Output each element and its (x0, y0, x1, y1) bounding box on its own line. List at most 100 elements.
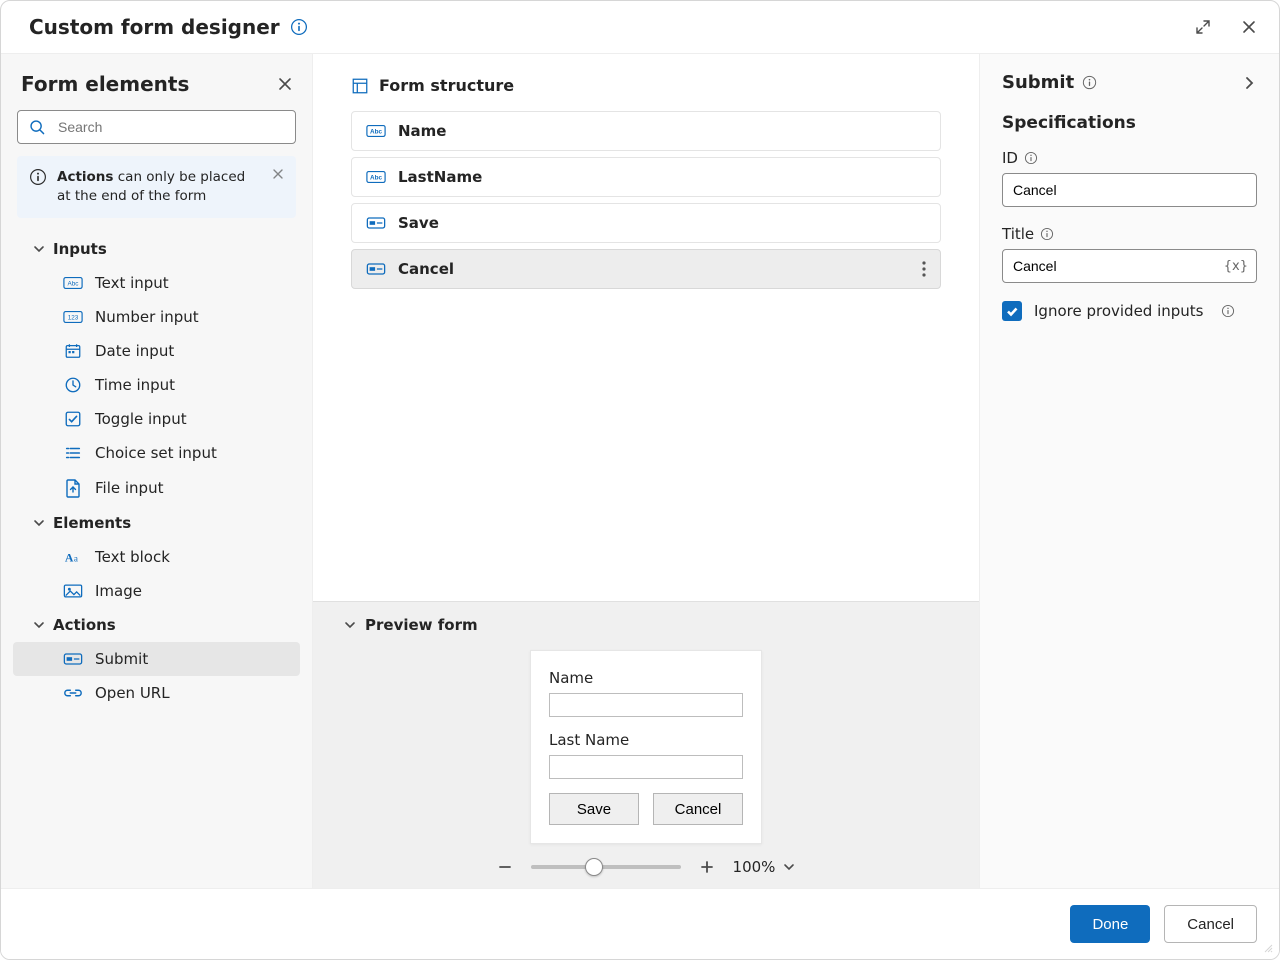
preview-title: Preview form (365, 616, 478, 634)
element-choice-set-input[interactable]: Choice set input (13, 436, 300, 470)
maximize-icon[interactable] (1195, 19, 1211, 35)
abc-icon: Abc (366, 123, 386, 139)
id-label: ID (1002, 149, 1018, 167)
link-icon (63, 686, 83, 700)
structure-row-name[interactable]: Abc Name (351, 111, 941, 151)
search-icon (28, 118, 46, 136)
structure-row-label: LastName (398, 168, 482, 186)
tree-item-label: Text block (95, 548, 170, 566)
structure-title: Form structure (379, 76, 514, 95)
element-text-input[interactable]: Abc Text input (13, 266, 300, 300)
submit-icon (63, 652, 83, 666)
element-open-url[interactable]: Open URL (13, 676, 300, 710)
title-info-icon[interactable] (290, 18, 308, 36)
tree-item-label: Number input (95, 308, 199, 326)
element-tree: Inputs Abc Text input 123 Number input Date i… (13, 232, 300, 710)
element-toggle-input[interactable]: Toggle input (13, 402, 300, 436)
structure-row-cancel[interactable]: Cancel (351, 249, 941, 289)
chevron-down-icon (33, 517, 45, 529)
img-icon (63, 583, 83, 599)
chevron-down-icon (33, 243, 45, 255)
title-variable-icon[interactable]: {x} (1224, 259, 1248, 274)
tree-group-inputs[interactable]: Inputs (13, 232, 300, 266)
tree-item-label: Text input (95, 274, 169, 292)
svg-text:A: A (65, 550, 74, 564)
structure-row-label: Cancel (398, 260, 454, 278)
ignore-inputs-label: Ignore provided inputs (1034, 302, 1203, 320)
tree-item-label: Open URL (95, 684, 170, 702)
chevron-down-icon (33, 619, 45, 631)
search-field[interactable] (56, 118, 285, 136)
zoom-dropdown-icon[interactable] (783, 861, 795, 873)
submit-icon (366, 216, 386, 230)
form-elements-panel: Form elements Actions can only be placed… (1, 54, 313, 888)
element-file-input[interactable]: File input (13, 470, 300, 506)
element-number-input[interactable]: 123 Number input (13, 300, 300, 334)
tree-item-label: Toggle input (95, 410, 187, 428)
abc-icon: Abc (63, 275, 83, 291)
choice-icon (63, 444, 83, 462)
preview-cancel-button[interactable]: Cancel (653, 793, 743, 825)
done-button[interactable]: Done (1070, 905, 1150, 943)
submit-icon (366, 262, 386, 276)
preview-save-button[interactable]: Save (549, 793, 639, 825)
center-panel: Form structure Abc Name AbcLastName Save Can… (313, 54, 979, 888)
zoom-slider[interactable] (531, 865, 681, 869)
element-time-input[interactable]: Time input (13, 368, 300, 402)
preview-field-label: Last Name (549, 731, 743, 749)
id-field[interactable] (1011, 181, 1248, 199)
title-field[interactable] (1011, 257, 1224, 275)
properties-title: Submit (1002, 72, 1074, 93)
tree-item-label: Choice set input (95, 444, 217, 462)
zoom-out-icon[interactable] (497, 859, 513, 875)
id-info-icon[interactable] (1024, 151, 1038, 165)
dialog-titlebar: Custom form designer (1, 1, 1279, 54)
search-input[interactable] (17, 110, 296, 144)
title-input[interactable]: {x} (1002, 249, 1257, 283)
resize-grip-icon[interactable] (1261, 941, 1273, 953)
structure-row-lastname[interactable]: AbcLastName (351, 157, 941, 197)
tree-item-label: File input (95, 479, 163, 497)
element-submit[interactable]: Submit (13, 642, 300, 676)
cal-icon (63, 342, 83, 360)
info-banner: Actions can only be placed at the end of… (17, 156, 296, 218)
zoom-slider-thumb[interactable] (585, 858, 603, 876)
toggle-icon (63, 410, 83, 428)
element-text-block[interactable]: AaText block (13, 540, 300, 574)
cancel-button[interactable]: Cancel (1164, 905, 1257, 943)
chevron-down-icon[interactable] (343, 618, 357, 632)
svg-text:Abc: Abc (68, 281, 80, 288)
svg-text:123: 123 (68, 315, 79, 322)
info-banner-text: Actions can only be placed at the end of… (57, 168, 262, 206)
properties-panel: Submit Specifications ID (979, 54, 1279, 888)
tree-group-elements[interactable]: Elements (13, 506, 300, 540)
specifications-title: Specifications (1002, 113, 1257, 133)
element-image[interactable]: Image (13, 574, 300, 608)
preview-card: Name Last Name SaveCancel (530, 650, 762, 844)
close-icon[interactable] (1241, 19, 1257, 35)
preview-area: Preview form Name Last Name SaveCancel (313, 601, 979, 888)
file-icon (63, 478, 83, 498)
properties-title-info-icon[interactable] (1082, 75, 1097, 90)
num-icon: 123 (63, 309, 83, 325)
panel-close-icon[interactable] (278, 77, 292, 91)
structure-row-save[interactable]: Save (351, 203, 941, 243)
info-banner-close-icon[interactable] (272, 168, 284, 180)
structure-list: Abc Name AbcLastName Save Cancel (351, 111, 941, 289)
left-panel-title: Form elements (21, 72, 189, 96)
structure-icon (351, 77, 369, 95)
chevron-right-icon[interactable] (1241, 75, 1257, 91)
ignore-info-icon[interactable] (1221, 304, 1235, 318)
title-info-icon[interactable] (1040, 227, 1054, 241)
row-actions-icon[interactable] (922, 261, 926, 277)
ignore-inputs-checkbox[interactable] (1002, 301, 1022, 321)
preview-field-input[interactable] (549, 755, 743, 779)
zoom-in-icon[interactable] (699, 859, 715, 875)
element-date-input[interactable]: Date input (13, 334, 300, 368)
tree-group-actions[interactable]: Actions (13, 608, 300, 642)
preview-field-input[interactable] (549, 693, 743, 717)
id-input[interactable] (1002, 173, 1257, 207)
structure-row-label: Name (398, 122, 446, 140)
dialog-footer: Done Cancel (1, 888, 1279, 959)
info-icon (29, 168, 47, 186)
